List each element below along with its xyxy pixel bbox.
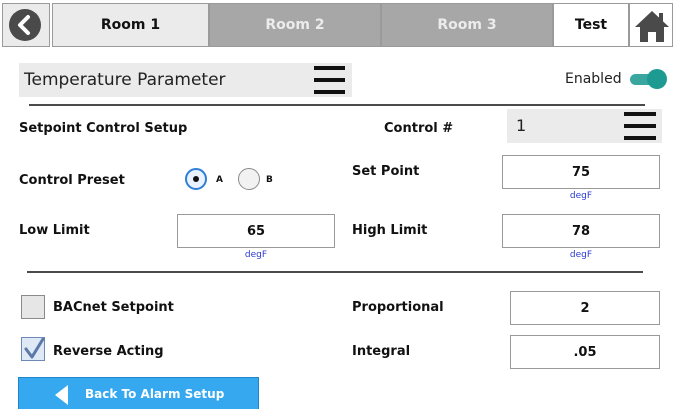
- integral-label: Integral: [352, 344, 411, 359]
- reverse-acting-label: Reverse Acting: [53, 344, 164, 359]
- high-limit-value: 78: [571, 223, 591, 239]
- preset-a-radio[interactable]: [185, 168, 207, 190]
- high-limit-unit: degF: [569, 250, 593, 260]
- control-number-selector[interactable]: 1: [507, 109, 662, 143]
- tab-test[interactable]: Test: [553, 3, 629, 47]
- proportional-label: Proportional: [352, 300, 444, 315]
- high-limit-label: High Limit: [352, 223, 428, 238]
- preset-b-radio[interactable]: [238, 168, 260, 190]
- high-limit-input[interactable]: 78: [502, 214, 660, 248]
- home-icon: [635, 11, 669, 42]
- tab-test-label: Test: [574, 17, 608, 33]
- control-preset-label: Control Preset: [19, 173, 125, 188]
- low-limit-input[interactable]: 65: [177, 214, 335, 248]
- tab-room-3-label: Room 3: [437, 17, 497, 33]
- integral-value: .05: [573, 344, 597, 360]
- menu-icon[interactable]: [314, 66, 345, 94]
- low-limit-unit: degF: [244, 250, 268, 260]
- menu-icon[interactable]: [624, 112, 656, 140]
- set-point-input[interactable]: 75: [502, 155, 660, 189]
- tab-room-2[interactable]: Room 2: [209, 3, 381, 47]
- proportional-input[interactable]: 2: [510, 291, 660, 325]
- control-number-label: Control #: [384, 121, 454, 136]
- set-point-label: Set Point: [352, 164, 420, 179]
- tab-room-2-label: Room 2: [265, 17, 325, 33]
- preset-a-label: A: [216, 175, 223, 185]
- checkmark-icon: [24, 338, 45, 359]
- triangle-left-icon: [55, 385, 68, 405]
- tab-room-1-label: Room 1: [100, 17, 161, 33]
- bacnet-setpoint-label: BACnet Setpoint: [53, 300, 174, 315]
- enabled-toggle[interactable]: [630, 69, 667, 89]
- divider-top: [29, 104, 645, 106]
- home-button[interactable]: [629, 3, 673, 47]
- set-point-value: 75: [571, 164, 591, 180]
- toggle-knob: [647, 69, 667, 89]
- low-limit-label: Low Limit: [19, 223, 90, 238]
- reverse-acting-checkbox[interactable]: [21, 337, 45, 361]
- parameter-selector-label: Temperature Parameter: [24, 70, 226, 90]
- control-number-value: 1: [516, 116, 527, 135]
- radio-dot: [193, 176, 199, 182]
- tab-room-1[interactable]: Room 1: [52, 3, 209, 47]
- top-tab-bar: Room 1 Room 2 Room 3 Test: [0, 0, 675, 49]
- back-to-alarm-setup-button[interactable]: Back To Alarm Setup: [18, 377, 259, 409]
- bacnet-setpoint-checkbox[interactable]: [21, 295, 45, 319]
- set-point-unit: degF: [569, 191, 593, 201]
- proportional-value: 2: [580, 300, 590, 316]
- section-title: Setpoint Control Setup: [19, 121, 188, 136]
- back-button[interactable]: [2, 3, 50, 47]
- low-limit-value: 65: [246, 223, 266, 239]
- chevron-left-icon: [9, 9, 41, 41]
- back-to-alarm-setup-label: Back To Alarm Setup: [85, 387, 225, 401]
- preset-b-label: B: [266, 175, 273, 185]
- parameter-selector[interactable]: Temperature Parameter: [19, 63, 352, 97]
- divider-bottom: [27, 271, 643, 273]
- integral-input[interactable]: .05: [510, 335, 660, 369]
- tab-room-3[interactable]: Room 3: [381, 3, 553, 47]
- enabled-label: Enabled: [565, 71, 622, 87]
